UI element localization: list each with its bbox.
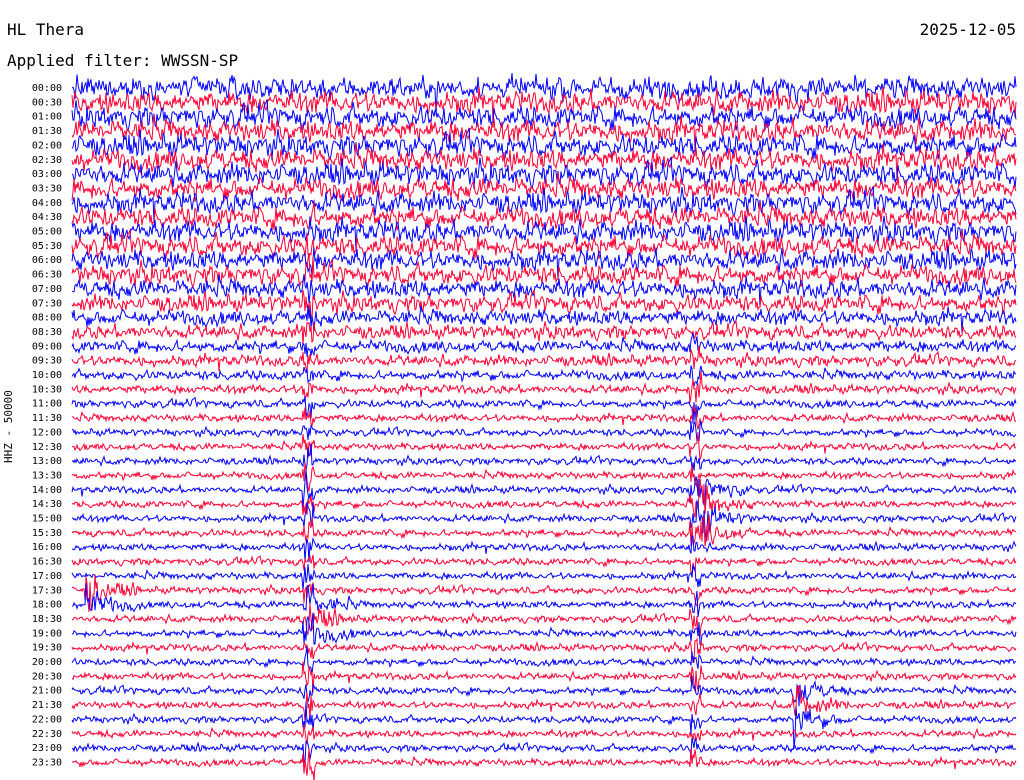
channel-label: HHZ - 50000: [2, 390, 15, 463]
time-label: 15:00: [32, 514, 62, 525]
time-label: 13:00: [32, 456, 62, 467]
trace-row: [71, 245, 1017, 280]
time-label: 23:00: [32, 743, 62, 754]
time-label: 23:30: [32, 757, 62, 768]
time-label: 18:00: [32, 600, 62, 611]
trace-row: [72, 405, 1017, 430]
time-label: 15:30: [32, 528, 62, 539]
seismic-traces: [71, 72, 1017, 780]
time-label: 21:30: [32, 700, 62, 711]
filter-label: Applied filter: WWSSN-SP: [7, 51, 239, 70]
time-label: 09:30: [32, 356, 62, 367]
trace-row: [71, 583, 1017, 618]
time-label: 10:00: [32, 370, 62, 381]
trace-row: [71, 443, 1017, 473]
time-label: 17:30: [32, 585, 62, 596]
trace-row: [71, 637, 1017, 663]
trace-row: [71, 477, 1017, 518]
trace-row: [71, 319, 1017, 346]
time-label: 05:30: [32, 241, 62, 252]
time-label: 16:00: [32, 542, 62, 553]
time-label: 19:30: [32, 643, 62, 654]
time-label: 06:30: [32, 270, 62, 281]
time-label: 02:00: [32, 140, 62, 151]
trace-row: [71, 723, 1017, 745]
trace-row: [71, 432, 1017, 462]
trace-row: [71, 462, 1017, 492]
trace-row: [71, 675, 1017, 707]
time-label: 14:00: [32, 485, 62, 496]
trace-row: [71, 535, 1017, 563]
time-label: 00:30: [32, 97, 62, 108]
trace-row: [71, 564, 1017, 591]
time-label: 11:00: [32, 399, 62, 410]
trace-row: [71, 499, 1017, 543]
time-label: 22:00: [32, 714, 62, 725]
trace-row: [71, 646, 1017, 675]
time-label: 21:00: [32, 686, 62, 697]
time-label: 08:30: [32, 327, 62, 338]
trace-row: [71, 748, 1017, 780]
time-label: 07:00: [32, 284, 62, 295]
time-label: 00:00: [32, 83, 62, 94]
time-label: 14:30: [32, 499, 62, 510]
time-label: 13:30: [32, 470, 62, 481]
time-label: 01:30: [32, 126, 62, 137]
time-label: 19:00: [32, 628, 62, 639]
helicorder-plot: 00:00 00:30 01:00 01:30 02:00 02:30 03:00 03:30…: [32, 72, 1017, 780]
trace-row: [71, 332, 1017, 357]
date-label: 2025-12-05: [919, 20, 1016, 39]
time-label: 08:00: [32, 313, 62, 324]
time-label: 07:30: [32, 298, 62, 309]
time-label: 10:30: [32, 384, 62, 395]
time-label: 18:30: [32, 614, 62, 625]
trace-row: [71, 701, 1017, 749]
time-label: 12:00: [32, 427, 62, 438]
trace-row: [71, 419, 1017, 442]
station-title: HL Thera: [7, 20, 85, 39]
time-label: 11:30: [32, 413, 62, 424]
time-label: 02:30: [32, 155, 62, 166]
time-label: 04:00: [32, 198, 62, 209]
time-label: 06:00: [32, 255, 62, 266]
time-label: 16:30: [32, 557, 62, 568]
time-label: 20:30: [32, 671, 62, 682]
time-label: 03:30: [32, 183, 62, 194]
time-label: 04:30: [32, 212, 62, 223]
time-label: 22:30: [32, 729, 62, 740]
time-label: 12:30: [32, 442, 62, 453]
time-axis-labels: 00:00 00:30 01:00 01:30 02:00 02:30 03:00 03:30…: [32, 83, 62, 768]
time-label: 17:00: [32, 571, 62, 582]
trace-row: [71, 554, 1017, 576]
time-label: 20:00: [32, 657, 62, 668]
time-label: 05:00: [32, 227, 62, 238]
trace-row: [71, 365, 1016, 387]
time-label: 03:00: [32, 169, 62, 180]
time-label: 09:00: [32, 341, 62, 352]
trace-row: [71, 574, 1017, 612]
time-label: 01:00: [32, 112, 62, 123]
